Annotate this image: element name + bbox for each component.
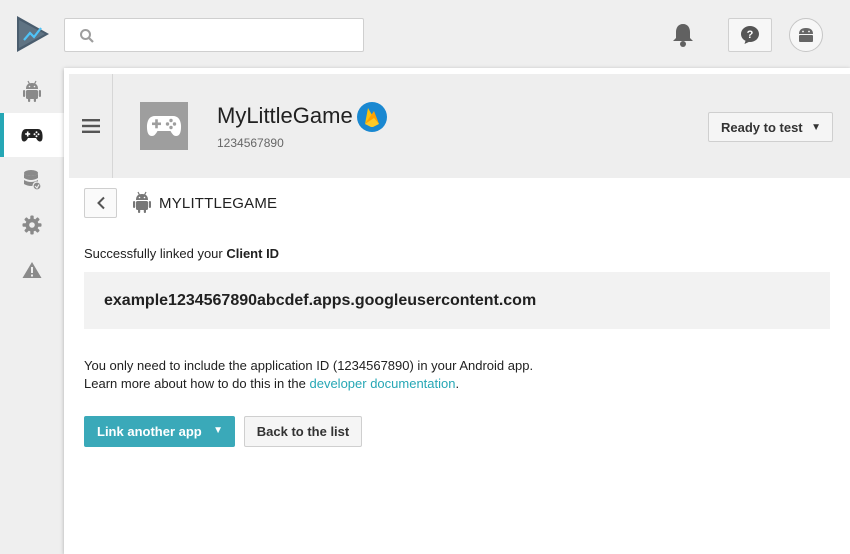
section-title: MYLITTLEGAME	[159, 195, 278, 212]
search-box[interactable]	[64, 18, 364, 52]
link-another-app-button[interactable]: Link another app ▼	[84, 416, 235, 447]
database-icon	[24, 170, 41, 191]
svg-text:?: ?	[747, 29, 754, 41]
sidebar-item-games[interactable]	[0, 113, 64, 157]
help-button[interactable]: ?	[728, 18, 772, 52]
search-input[interactable]	[101, 20, 359, 50]
developer-documentation-link[interactable]: developer documentation	[309, 376, 455, 391]
help-icon: ?	[741, 26, 759, 44]
firebase-icon	[365, 108, 379, 127]
firebase-badge	[357, 102, 387, 132]
gamepad-icon	[21, 129, 43, 142]
android-icon	[23, 80, 41, 102]
link-another-app-label: Link another app	[97, 424, 202, 439]
app-id: 1234567890	[217, 136, 284, 150]
search-icon	[80, 29, 94, 43]
dropdown-arrow-icon: ▼	[213, 425, 223, 436]
app-name: MyLittleGame	[217, 103, 353, 128]
info-line-2-suffix: .	[455, 376, 460, 391]
sidebar-item-android[interactable]	[0, 69, 64, 113]
app-header: MyLittleGame 1234567890 Ready to test ▼	[69, 74, 850, 178]
sidebar-item-settings[interactable]	[0, 203, 64, 247]
main-panel: MyLittleGame 1234567890 Ready to test ▼	[64, 68, 850, 554]
back-button[interactable]	[84, 188, 117, 218]
account-button[interactable]	[789, 18, 823, 52]
warning-icon	[22, 262, 42, 278]
info-line-2-text: Learn more about how to do this in the	[84, 376, 310, 391]
success-message: Successfully linked your Client ID	[84, 246, 279, 261]
play-console-logo-icon[interactable]	[15, 16, 49, 52]
chevron-left-icon	[96, 196, 105, 210]
info-text: You only need to include the application…	[84, 357, 533, 393]
info-line-1: You only need to include the application…	[84, 358, 534, 373]
top-bar: ?	[0, 0, 850, 68]
dropdown-arrow-icon: ▼	[811, 122, 821, 133]
left-sidebar	[0, 68, 64, 554]
gamepad-icon	[146, 116, 182, 136]
bell-icon[interactable]	[671, 22, 695, 48]
gear-icon	[22, 215, 42, 235]
status-dropdown[interactable]: Ready to test ▼	[708, 112, 833, 142]
menu-button[interactable]	[69, 74, 113, 178]
status-label: Ready to test	[721, 119, 803, 135]
hamburger-menu-icon	[81, 119, 100, 133]
app-icon	[140, 102, 188, 150]
client-id-value: example1234567890abcdef.apps.googleuserc…	[104, 291, 537, 309]
android-icon	[133, 191, 151, 213]
sidebar-item-alerts[interactable]	[0, 248, 64, 292]
success-message-text: Successfully linked your	[84, 246, 227, 261]
client-id-box: example1234567890abcdef.apps.googleuserc…	[84, 272, 830, 329]
android-avatar-icon	[799, 28, 813, 42]
back-to-list-button[interactable]: Back to the list	[244, 416, 362, 447]
success-message-bold: Client ID	[226, 246, 280, 261]
sidebar-item-database[interactable]	[0, 158, 64, 202]
info-line-2: Learn more about how to do this in the d…	[84, 375, 533, 393]
